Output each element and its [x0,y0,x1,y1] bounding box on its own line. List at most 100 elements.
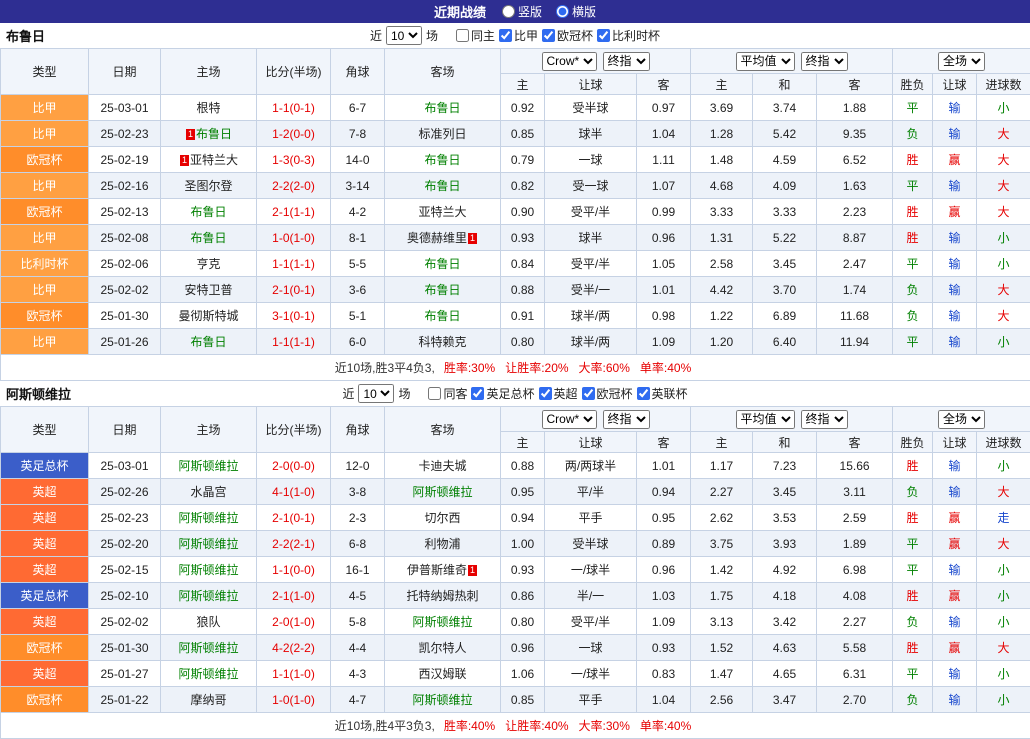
col-header-corner: 角球 [331,49,385,95]
bookmaker-select[interactable]: Crow* [542,52,597,71]
team-link: 阿斯顿维拉 [178,667,238,681]
match-count-select[interactable]: 10 [358,384,394,403]
league-filter-checkbox[interactable] [539,387,552,400]
avg-draw-odds-cell: 6.40 [753,329,817,355]
bookmaker-select[interactable]: Crow* [542,410,597,429]
match-result-cell: 胜 [893,225,933,251]
crown-home-odds-cell: 0.85 [501,121,545,147]
crown-away-odds-cell: 0.99 [637,199,691,225]
layout-option-horizontal[interactable]: 横版 [556,3,596,20]
corner-cell: 3-14 [331,173,385,199]
full-match-select[interactable]: 全场 [938,52,985,71]
handicap-result-cell: 赢 [933,505,977,531]
team-section: 阿斯顿维拉近10场同客英足总杯英超欧冠杯英联杯类型日期主场比分(半场)角球客场C… [0,381,1030,739]
match-count-select[interactable]: 10 [386,26,422,45]
score-cell: 1-1(0-0) [257,557,331,583]
away-team-cell: 布鲁日 [385,277,501,303]
table-row: 英超25-02-23阿斯顿维拉2-1(0-1)2-3切尔西0.94平手0.952… [1,505,1030,531]
league-filter-checkbox[interactable] [582,387,595,400]
final-index-select[interactable]: 终指 [603,52,650,71]
league-type-cell: 欧冠杯 [1,147,89,173]
avg-draw-odds-cell: 3.74 [753,95,817,121]
red-card-badge: 1 [186,129,195,140]
goals-result-cell: 小 [977,687,1030,713]
layout-radio[interactable] [502,5,515,18]
crown-home-odds-cell: 0.82 [501,173,545,199]
crown-away-odds-cell: 0.93 [637,635,691,661]
final-index-select-2[interactable]: 终指 [801,52,848,71]
avg-away-odds-cell: 1.63 [817,173,893,199]
goals-result-cell: 小 [977,225,1030,251]
avg-away-odds-cell: 5.58 [817,635,893,661]
red-card-badge: 1 [468,565,477,576]
league-filter[interactable]: 欧冠杯 [582,385,633,402]
goals-result-cell: 大 [977,173,1030,199]
league-filter-checkbox[interactable] [499,29,512,42]
home-team-cell: 布鲁日 [161,225,257,251]
handicap-line-cell: 半/一 [545,583,637,609]
layout-option-label: 竖版 [518,3,542,20]
unit-label: 场 [398,385,410,402]
avg-away-odds-cell: 8.87 [817,225,893,251]
final-index-select-2[interactable]: 终指 [801,410,848,429]
league-filter-label: 欧冠杯 [557,27,593,44]
team-link: 布鲁日 [424,153,460,167]
full-match-select[interactable]: 全场 [938,410,985,429]
team-name: 布鲁日 [6,26,45,45]
summary-stat: 大率:60% [579,361,630,375]
date-cell: 25-02-02 [89,277,161,303]
same-venue-filter[interactable]: 同客 [428,385,467,402]
handicap-line-cell: 受半球 [545,95,637,121]
home-team-cell: 阿斯顿维拉 [161,557,257,583]
league-filter-checkbox[interactable] [471,387,484,400]
league-filter[interactable]: 英联杯 [637,385,688,402]
same-venue-filter[interactable]: 同主 [456,27,495,44]
red-card-badge: 1 [468,233,477,244]
sections: 布鲁日近10场同主比甲欧冠杯比利时杯类型日期主场比分(半场)角球客场Crow*终… [0,23,1030,739]
avg-draw-odds-cell: 6.89 [753,303,817,329]
avg-away-odds-cell: 2.27 [817,609,893,635]
goals-result-cell: 大 [977,277,1030,303]
away-team-cell: 切尔西 [385,505,501,531]
league-filter[interactable]: 英超 [539,385,578,402]
avg-draw-odds-cell: 7.23 [753,453,817,479]
col-header-crown-handicap: 让球 [545,74,637,95]
league-filter[interactable]: 英足总杯 [471,385,534,402]
league-type-cell: 英超 [1,505,89,531]
away-team-cell: 布鲁日 [385,251,501,277]
corner-cell: 4-5 [331,583,385,609]
same-venue-checkbox[interactable] [428,387,441,400]
same-venue-checkbox[interactable] [456,29,469,42]
league-filter[interactable]: 欧冠杯 [542,27,593,44]
crown-away-odds-cell: 1.11 [637,147,691,173]
score-cell: 1-1(1-0) [257,661,331,687]
final-index-select[interactable]: 终指 [603,410,650,429]
average-select[interactable]: 平均值 [736,410,795,429]
avg-draw-odds-cell: 4.92 [753,557,817,583]
league-filter[interactable]: 比利时杯 [597,27,660,44]
team-link: 利物浦 [424,537,460,551]
table-row: 欧冠杯25-01-22摩纳哥1-0(1-0)4-7阿斯顿维拉0.85平手1.04… [1,687,1030,713]
league-filter-checkbox[interactable] [637,387,650,400]
crown-home-odds-cell: 0.93 [501,225,545,251]
league-filter[interactable]: 比甲 [499,27,538,44]
layout-option-vertical[interactable]: 竖版 [502,3,542,20]
handicap-line-cell: 一/球半 [545,661,637,687]
league-filter-checkbox[interactable] [597,29,610,42]
average-select[interactable]: 平均值 [736,52,795,71]
table-row: 比甲25-02-02安特卫普2-1(0-1)3-6布鲁日0.88受半/一1.01… [1,277,1030,303]
avg-draw-odds-cell: 3.42 [753,609,817,635]
home-team-cell: 狼队 [161,609,257,635]
summary-stat: 让胜率:20% [505,361,568,375]
avg-home-odds-cell: 1.31 [691,225,753,251]
team-link: 布鲁日 [424,283,460,297]
handicap-result-cell: 赢 [933,583,977,609]
team-link: 根特 [196,101,220,115]
score-cell: 2-1(0-1) [257,277,331,303]
home-team-cell: 布鲁日 [161,199,257,225]
league-filter-checkbox[interactable] [542,29,555,42]
layout-radio[interactable] [556,5,569,18]
team-link: 狼队 [196,615,220,629]
bookmaker-odds-group: Crow* 终指 [501,49,691,74]
average-odds-group: 平均值终指 [691,407,893,432]
